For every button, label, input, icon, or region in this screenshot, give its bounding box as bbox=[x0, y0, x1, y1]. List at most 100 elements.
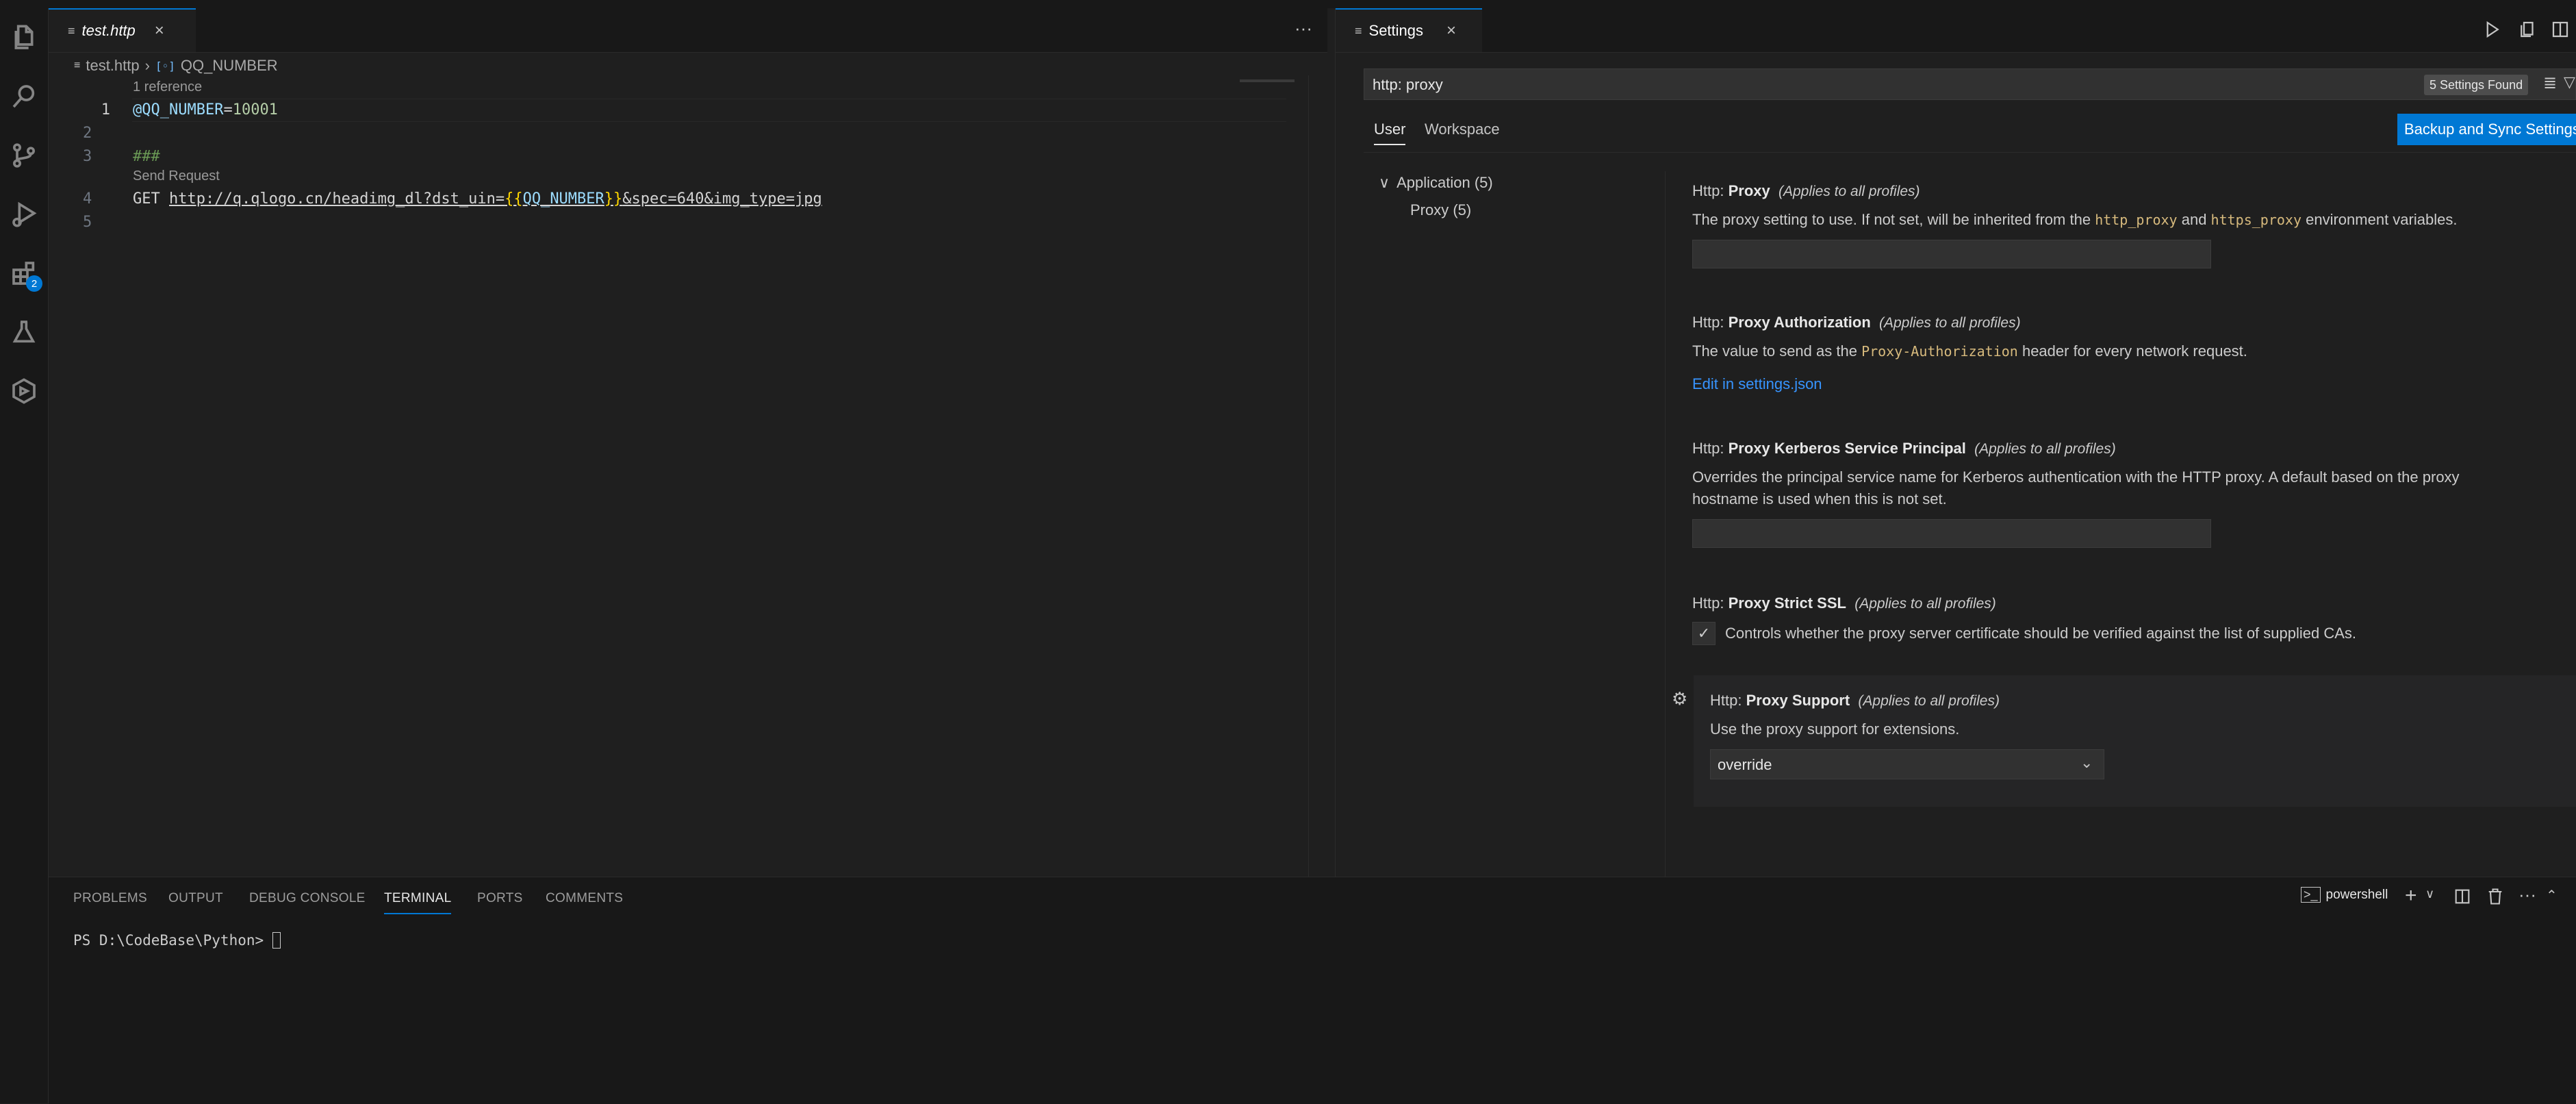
strict-ssl-checkbox[interactable]: ✓ bbox=[1692, 622, 1716, 645]
open-settings-json-icon[interactable] bbox=[2517, 19, 2538, 40]
code-line: 1 bbox=[101, 101, 110, 118]
clear-filter-icon[interactable]: ≣ bbox=[2543, 73, 2557, 93]
terminal-cursor bbox=[272, 932, 281, 949]
search-value: http: proxy bbox=[1373, 76, 1443, 93]
file-lines-icon: ≡ bbox=[68, 23, 75, 38]
setting-title: Http: Proxy Kerberos Service Principal (… bbox=[1692, 440, 2116, 457]
toc-item-application[interactable]: ∨ Application (5) bbox=[1379, 174, 1493, 192]
left-editor-tab-bar: ≡ test.http × ··· bbox=[49, 8, 1327, 53]
terminal-shell-selector[interactable]: >_ powershell bbox=[2301, 887, 2388, 903]
new-terminal-icon[interactable]: + bbox=[2405, 884, 2417, 907]
code-line-content: GET http://q.qlogo.cn/headimg_dl?dst_uin… bbox=[133, 190, 822, 208]
checkbox-label: Controls whether the proxy server certif… bbox=[1725, 625, 2357, 642]
request-url[interactable]: http://q.qlogo.cn/headimg_dl?dst_uin={{Q… bbox=[169, 190, 822, 208]
settings-lines-icon: ≡ bbox=[1355, 23, 1362, 38]
settings-search-input[interactable]: http: proxy 5 Settings Found ≣ ▽ bbox=[1364, 68, 2576, 100]
setting-http-proxy-support: Http: Proxy Support (Applies to all prof… bbox=[1710, 692, 2559, 779]
breadcrumb-file[interactable]: test.http bbox=[86, 57, 139, 75]
tab-workspace[interactable]: Workspace bbox=[1425, 121, 1500, 138]
edit-in-settings-json-link[interactable]: Edit in settings.json bbox=[1692, 375, 2568, 393]
tab-terminal[interactable]: TERMINAL bbox=[384, 891, 452, 914]
tab-debug-console[interactable]: DEBUG CONSOLE bbox=[249, 891, 366, 906]
right-editor-tab-bar: ≡ Settings × bbox=[1336, 8, 2576, 53]
close-icon[interactable]: × bbox=[1446, 21, 1456, 40]
terminal-prompt: PS D:\CodeBase\Python> bbox=[73, 932, 272, 949]
codelens-reference[interactable]: 1 reference bbox=[133, 79, 202, 95]
code-line: 4 bbox=[83, 190, 92, 208]
more-actions-icon[interactable]: ··· bbox=[2518, 884, 2536, 905]
codelens-send-request[interactable]: Send Request bbox=[133, 168, 220, 184]
editor-scrollbar[interactable] bbox=[1308, 75, 1324, 877]
run-icon[interactable] bbox=[2482, 19, 2502, 40]
strict-ssl-row: ✓ Controls whether the proxy server cert… bbox=[1692, 622, 2568, 645]
tab-problems[interactable]: PROBLEMS bbox=[73, 891, 147, 906]
bottom-panel: PROBLEMS OUTPUT DEBUG CONSOLE TERMINAL P… bbox=[49, 877, 2576, 1104]
breadcrumb-separator: › bbox=[144, 57, 150, 74]
toc-item-proxy[interactable]: Proxy (5) bbox=[1410, 201, 1471, 219]
setting-description-line2: hostname is used when this is not set. bbox=[1692, 490, 1947, 507]
settings-found-badge: 5 Settings Found bbox=[2424, 75, 2529, 95]
kerberos-input[interactable] bbox=[1692, 519, 2211, 548]
setting-http-proxy-strict-ssl: Http: Proxy Strict SSL (Applies to all p… bbox=[1692, 594, 2568, 645]
editor-group-divider[interactable] bbox=[1335, 8, 1336, 877]
variable-icon: [◦] bbox=[155, 59, 175, 73]
setting-title: Http: Proxy (Applies to all profiles) bbox=[1692, 182, 1920, 199]
tab-test-http[interactable]: ≡ test.http × bbox=[49, 8, 196, 52]
settings-header-divider bbox=[1364, 152, 2576, 153]
maximize-panel-icon[interactable]: ⌃ bbox=[2546, 887, 2558, 904]
setting-http-proxy-authorization: Http: Proxy Authorization (Applies to al… bbox=[1692, 314, 2568, 393]
terminal-icon: >_ bbox=[2301, 887, 2321, 903]
trash-icon[interactable] bbox=[2486, 887, 2505, 906]
minimap[interactable] bbox=[1240, 79, 1295, 82]
tab-settings[interactable]: ≡ Settings × bbox=[1336, 8, 1482, 52]
setting-title: Http: Proxy Authorization (Applies to al… bbox=[1692, 314, 2021, 331]
code-comment: ### bbox=[133, 148, 160, 165]
shell-label: powershell bbox=[2325, 887, 2388, 902]
tab-user[interactable]: User bbox=[1374, 121, 1406, 145]
select-value: override bbox=[1718, 756, 1772, 773]
tab-output[interactable]: OUTPUT bbox=[168, 891, 223, 906]
file-lines-icon: ≡ bbox=[74, 60, 81, 71]
current-line-highlight bbox=[132, 99, 1286, 122]
backup-sync-button[interactable]: Backup and Sync Settings bbox=[2397, 114, 2576, 145]
search-icon[interactable] bbox=[5, 78, 42, 115]
title-strip bbox=[48, 0, 2576, 8]
tab-comments[interactable]: COMMENTS bbox=[546, 891, 623, 906]
extensions-icon[interactable]: 2 bbox=[5, 255, 42, 292]
toc-divider bbox=[1665, 171, 1666, 877]
gear-icon[interactable]: ⚙ bbox=[1672, 689, 1691, 708]
setting-title: Http: Proxy Support (Applies to all prof… bbox=[1710, 692, 2000, 709]
more-actions-icon[interactable]: ··· bbox=[1295, 18, 1312, 39]
explorer-icon[interactable] bbox=[5, 19, 42, 56]
toc-label: Application (5) bbox=[1397, 174, 1493, 191]
code-line-content: @QQ_NUMBER=10001 bbox=[133, 101, 278, 118]
chevron-down-icon[interactable]: ∨ bbox=[2425, 887, 2434, 901]
setting-http-proxy-kerberos: Http: Proxy Kerberos Service Principal (… bbox=[1692, 440, 2568, 548]
split-terminal-icon[interactable] bbox=[2453, 887, 2472, 906]
terminal-output[interactable]: PS D:\CodeBase\Python> bbox=[73, 932, 281, 949]
code-line: 2 bbox=[83, 125, 92, 142]
activity-bar: 2 bbox=[0, 0, 49, 1103]
setting-description: The proxy setting to use. If not set, wi… bbox=[1692, 211, 2458, 228]
setting-description: Use the proxy support for extensions. bbox=[1710, 720, 1960, 738]
breadcrumb-symbol[interactable]: QQ_NUMBER bbox=[181, 57, 278, 75]
setting-description: The value to send as the Proxy-Authoriza… bbox=[1692, 342, 2247, 360]
code-editor[interactable]: 1 reference 1 @QQ_NUMBER=10001 2 3 ### S… bbox=[49, 75, 1327, 877]
remote-icon[interactable] bbox=[5, 373, 42, 410]
chevron-down-icon: ∨ bbox=[1379, 174, 1390, 191]
tab-ports[interactable]: PORTS bbox=[477, 891, 523, 906]
filter-icon[interactable]: ▽ bbox=[2564, 73, 2575, 91]
run-debug-icon[interactable] bbox=[5, 196, 42, 233]
extensions-badge: 2 bbox=[26, 275, 42, 292]
close-icon[interactable]: × bbox=[155, 21, 164, 40]
code-line: 5 bbox=[83, 214, 92, 231]
chevron-down-icon: ⌄ bbox=[2080, 754, 2093, 771]
proxy-input[interactable] bbox=[1692, 240, 2211, 268]
setting-http-proxy: Http: Proxy (Applies to all profiles) Th… bbox=[1692, 182, 2568, 268]
code-line: 3 bbox=[83, 148, 92, 165]
testing-icon[interactable] bbox=[5, 314, 42, 351]
breadcrumb: ≡ test.http › [◦] QQ_NUMBER bbox=[74, 56, 278, 75]
proxy-support-select[interactable]: override ⌄ bbox=[1710, 749, 2104, 779]
source-control-icon[interactable] bbox=[5, 137, 42, 174]
split-editor-icon[interactable] bbox=[2550, 19, 2571, 40]
